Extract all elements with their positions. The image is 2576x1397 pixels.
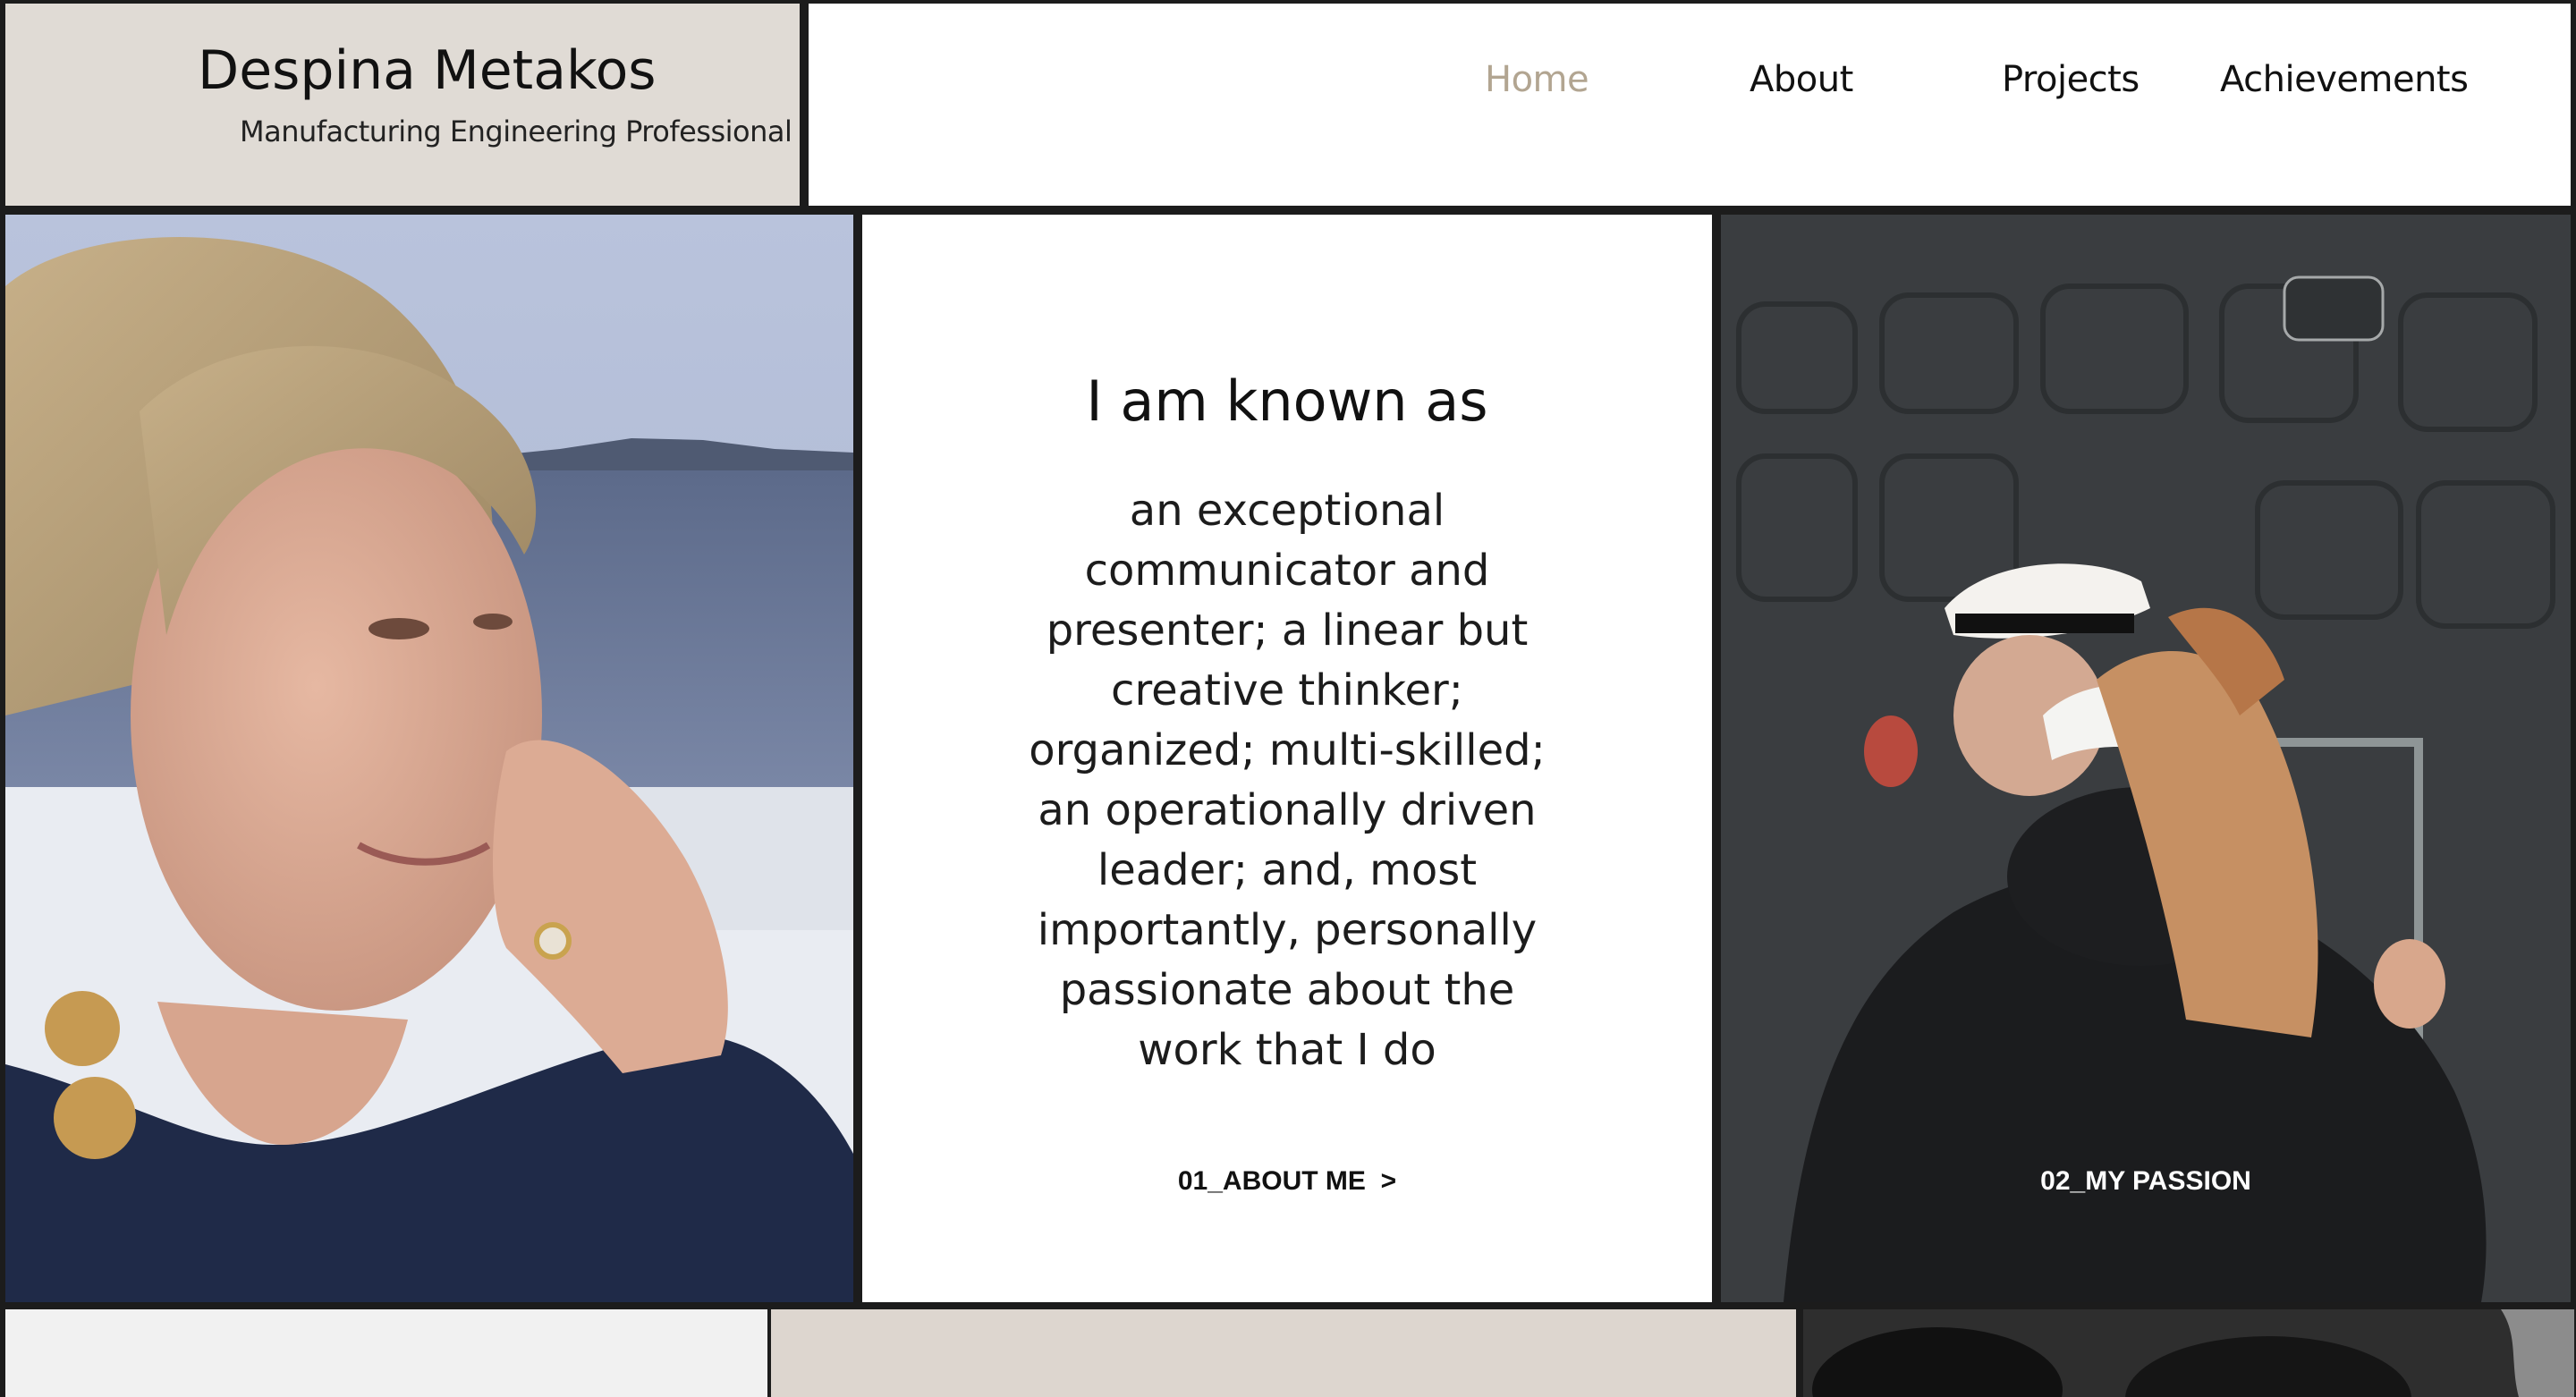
- brand-panel: Despina Metakos Manufacturing Engineerin…: [5, 4, 800, 206]
- bottom-left-panel: [5, 1309, 767, 1397]
- intro-body: an exceptional communicator and presente…: [1029, 486, 1546, 1075]
- passion-photo: [1721, 215, 2571, 1302]
- main-nav: Home About Projects Achievements: [809, 4, 2571, 206]
- bottom-right-photo: [1803, 1309, 2574, 1397]
- my-passion-link[interactable]: 02_MY PASSION: [1721, 1166, 2571, 1197]
- bottom-photo-image: [1803, 1309, 2574, 1397]
- portrait-photo: [5, 215, 853, 1302]
- bottom-middle-panel: [771, 1309, 1796, 1397]
- intro-panel: I am known as an exceptional communicato…: [862, 215, 1712, 1302]
- about-me-link[interactable]: 01_ABOUT ME >: [862, 1166, 1712, 1197]
- intro-heading: I am known as: [1086, 368, 1488, 434]
- passion-panel: 02_MY PASSION: [1721, 215, 2571, 1302]
- portrait-image: [5, 215, 853, 1302]
- nav-about[interactable]: About: [1750, 59, 1853, 100]
- site-title[interactable]: Despina Metakos: [198, 39, 657, 102]
- nav-home[interactable]: Home: [1485, 59, 1589, 100]
- nav-achievements[interactable]: Achievements: [2220, 59, 2469, 100]
- nav-projects[interactable]: Projects: [2002, 59, 2140, 100]
- site-tagline: Manufacturing Engineering Professional: [240, 114, 792, 148]
